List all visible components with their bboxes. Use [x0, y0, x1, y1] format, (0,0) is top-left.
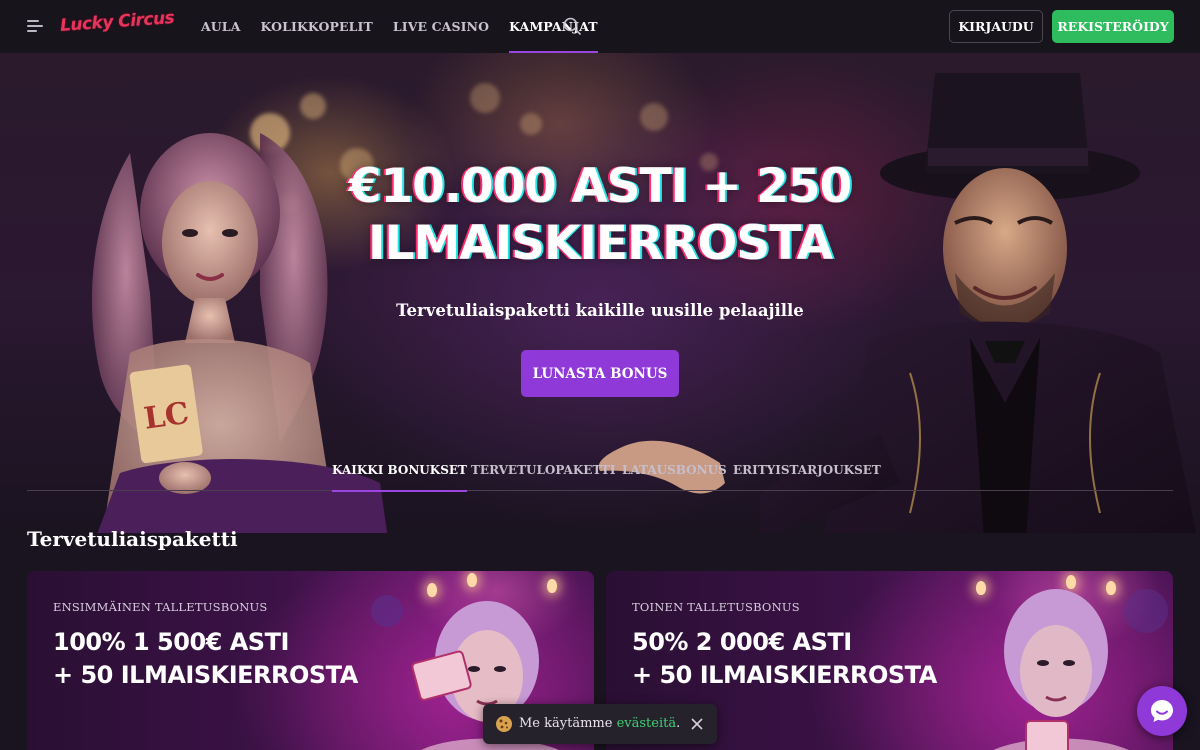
card-offer: 100% 1 500€ ASTI + 50 ILMAISKIERROSTA [53, 626, 383, 692]
search-icon[interactable] [563, 17, 581, 35]
hero-title: €10.000 ASTI + 250 ILMAISKIERROSTA [300, 158, 900, 272]
tab-all-bonuses[interactable]: KAIKKI BONUKSET [332, 458, 467, 492]
register-button[interactable]: REKISTERÖIDY [1052, 10, 1174, 43]
tab-reload-bonus[interactable]: LATAUSBONUS [622, 458, 727, 491]
card-logo-text: LC [142, 396, 191, 437]
card-offer-line2: + 50 ILMAISKIERROSTA [53, 661, 358, 689]
card-woman-illustration [993, 589, 1168, 750]
card-offer-line2: + 50 ILMAISKIERROSTA [632, 661, 937, 689]
cookie-message: Me käytämme [519, 716, 617, 731]
live-chat-button[interactable] [1137, 686, 1187, 736]
hero-banner: LC €10.000 ASTI + 250 ILMAISKIERROSTA Te… [0, 53, 1200, 533]
tab-special-offers[interactable]: ERITYISTARJOUKSET [733, 458, 881, 491]
cookie-text: Me käytämme evästeitä. [519, 716, 680, 731]
cookie-banner: Me käytämme evästeitä. [483, 704, 717, 744]
card-label: TOINEN TALLETUSBONUS [632, 600, 800, 614]
card-offer: 50% 2 000€ ASTI + 50 ILMAISKIERROSTA [632, 626, 962, 692]
site-logo[interactable]: Lucky Circus [59, 8, 174, 36]
chat-icon [1151, 700, 1173, 722]
nav-item-kampanjat[interactable]: KAMPANJAT [509, 0, 598, 53]
cookie-policy-link[interactable]: evästeitä [617, 716, 677, 731]
login-button[interactable]: KIRJAUDU [949, 10, 1043, 43]
nav-item-kolikkopelit[interactable]: KOLIKKOPELIT [261, 0, 373, 53]
cookie-suffix: . [676, 716, 681, 731]
nav-item-aula[interactable]: AULA [201, 0, 241, 53]
hero-title-line2: ILMAISKIERROSTA [368, 216, 833, 271]
hamburger-menu-icon[interactable] [27, 18, 45, 34]
hero-subtitle: Tervetuliaispaketti kaikille uusille pel… [396, 301, 804, 320]
top-header: Lucky Circus AULA KOLIKKOPELIT LIVE CASI… [0, 0, 1200, 53]
nav-item-live-casino[interactable]: LIVE CASINO [393, 0, 489, 53]
card-offer-line1: 50% 2 000€ ASTI [632, 628, 852, 656]
claim-bonus-button[interactable]: LUNASTA BONUS [521, 350, 679, 397]
bonus-filter-tabs: KAIKKI BONUKSET TERVETULOPAKETTI LATAUSB… [27, 458, 1173, 492]
section-title: Tervetuliaispaketti [27, 527, 238, 551]
tab-welcome-package[interactable]: TERVETULOPAKETTI [471, 458, 615, 491]
hero-title-line1: €10.000 ASTI + 250 [348, 159, 852, 214]
card-offer-line1: 100% 1 500€ ASTI [53, 628, 289, 656]
main-nav: AULA KOLIKKOPELIT LIVE CASINO KAMPANJAT [201, 0, 618, 53]
close-icon[interactable] [690, 717, 704, 731]
card-label: ENSIMMÄINEN TALLETUSBONUS [53, 600, 268, 614]
cookie-icon [496, 716, 512, 732]
